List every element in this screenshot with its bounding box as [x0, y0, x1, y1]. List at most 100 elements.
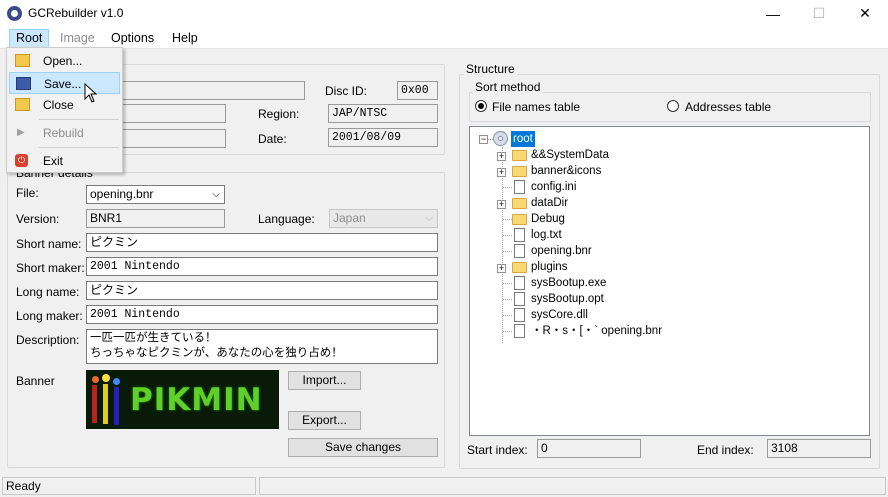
app-icon: [7, 6, 22, 21]
pikmin-yellow-body: [103, 384, 108, 424]
language-select-value: Japan: [333, 211, 366, 225]
start-index-label: Start index:: [467, 443, 528, 457]
menu-item-exit[interactable]: ⏻ Exit: [9, 150, 120, 172]
mouse-cursor-icon: [84, 83, 98, 103]
tree-node[interactable]: ・R・s・[・` opening.bnr: [531, 323, 662, 339]
menu-item-save[interactable]: Save...: [9, 72, 120, 94]
description-line-2: ちっちゃなピクミンが、あなたの心を独り占め！: [90, 347, 343, 359]
tree-node[interactable]: dataDir: [531, 195, 568, 211]
start-index-field[interactable]: 0: [537, 439, 641, 458]
tree-node[interactable]: sysCore.dll: [531, 307, 588, 323]
menu-root[interactable]: Root: [9, 29, 50, 48]
structure-group-title: Structure: [464, 62, 517, 76]
region-field[interactable]: JAP/NTSC: [328, 104, 438, 123]
tree-connector: [503, 219, 512, 220]
banner-logo-text: PIKMIN: [130, 382, 263, 418]
import-button[interactable]: Import...: [288, 371, 361, 390]
date-field[interactable]: 2001/08/09: [328, 128, 438, 147]
tree-node[interactable]: opening.bnr: [531, 243, 592, 259]
folder-icon: [512, 150, 527, 161]
pikmin-red-body: [92, 385, 97, 423]
window-title: GCRebuilder v1.0: [28, 6, 124, 20]
close-window-button[interactable]: ✕: [842, 0, 888, 27]
file-select[interactable]: opening.bnr ⌵: [86, 185, 225, 204]
description-textarea[interactable]: 一匹一匹が生きている！ ちっちゃなピクミンが、あなたの心を独り占め！: [86, 329, 438, 364]
disc-icon: [493, 131, 508, 146]
expand-toggle[interactable]: +: [497, 152, 506, 161]
file-icon: [514, 276, 525, 290]
maximize-button[interactable]: ☐: [796, 0, 842, 27]
image-field-2[interactable]: [113, 104, 226, 123]
banner-label: Banner: [16, 374, 55, 388]
menu-help[interactable]: Help: [166, 30, 204, 47]
menu-item-open-label: Open...: [43, 54, 83, 68]
sort-file-names-label[interactable]: File names table: [492, 100, 580, 114]
folder-icon: [512, 214, 527, 225]
tree-node[interactable]: &&SystemData: [531, 147, 609, 163]
menu-item-rebuild[interactable]: ▶ Rebuild: [9, 122, 120, 144]
minimize-button[interactable]: —: [750, 0, 796, 27]
file-label: File:: [16, 186, 39, 200]
sort-file-names-radio[interactable]: [475, 100, 487, 112]
expand-toggle[interactable]: +: [497, 264, 506, 273]
language-select[interactable]: Japan ⌵: [329, 209, 438, 228]
file-icon: [514, 228, 525, 242]
menu-image[interactable]: Image: [54, 30, 101, 47]
file-select-value: opening.bnr: [90, 187, 154, 201]
pikmin-yellow: [102, 374, 110, 382]
folder-icon: [512, 166, 527, 177]
menu-separator: [39, 119, 119, 120]
folder-icon: [512, 262, 527, 273]
tree-node[interactable]: log.txt: [531, 227, 562, 243]
disc-id-field[interactable]: 0x00: [397, 81, 438, 100]
file-icon: [514, 308, 525, 322]
save-changes-button[interactable]: Save changes: [288, 438, 438, 457]
menu-item-close[interactable]: Close: [9, 94, 120, 116]
file-icon: [514, 180, 525, 194]
tree-connector: [503, 283, 512, 284]
region-label: Region:: [258, 107, 300, 121]
file-tree[interactable]: − root + &&SystemData + banner&icons con…: [469, 126, 870, 436]
tree-node[interactable]: sysBootup.opt: [531, 291, 604, 307]
version-field[interactable]: BNR1: [86, 209, 225, 228]
tree-node[interactable]: plugins: [531, 259, 567, 275]
menu-item-rebuild-label: Rebuild: [43, 126, 84, 140]
description-label: Description:: [16, 333, 80, 347]
version-label: Version:: [16, 212, 60, 226]
status-text: Ready: [2, 477, 256, 495]
short-name-input[interactable]: ピクミン: [86, 233, 438, 252]
floppy-save-icon: [16, 77, 31, 90]
root-dropdown-menu: Open... Save... Close ▶ Rebuild ⏻ Exit: [6, 47, 123, 173]
menu-item-close-label: Close: [43, 98, 74, 112]
long-maker-input[interactable]: 2001 Nintendo: [86, 305, 438, 324]
tree-node[interactable]: Debug: [531, 211, 565, 227]
image-name-field[interactable]: [113, 81, 305, 100]
menu-item-save-label: Save...: [44, 77, 82, 91]
expand-toggle[interactable]: +: [497, 200, 506, 209]
tree-node[interactable]: config.ini: [531, 179, 576, 195]
image-field-3[interactable]: [113, 129, 226, 148]
expand-toggle[interactable]: +: [497, 168, 506, 177]
short-name-label: Short name:: [16, 237, 82, 251]
tree-node[interactable]: banner&icons: [531, 163, 601, 179]
folder-close-icon: [15, 98, 30, 111]
status-panel: [259, 477, 886, 495]
export-button[interactable]: Export...: [288, 411, 361, 430]
tree-node-root[interactable]: root: [511, 131, 535, 147]
long-name-input[interactable]: ピクミン: [86, 281, 438, 300]
tree-node[interactable]: sysBootup.exe: [531, 275, 606, 291]
pikmin-red: [92, 376, 99, 383]
tree-connector: [503, 235, 512, 236]
tree-connector: [503, 331, 512, 332]
end-index-field[interactable]: 3108: [767, 439, 871, 458]
sort-addresses-label[interactable]: Addresses table: [685, 100, 771, 114]
collapse-toggle[interactable]: −: [479, 135, 488, 144]
menu-item-open[interactable]: Open...: [9, 50, 120, 72]
long-name-label: Long name:: [16, 285, 80, 299]
short-maker-input[interactable]: 2001 Nintendo: [86, 257, 438, 276]
menu-options[interactable]: Options: [105, 30, 160, 47]
power-icon: ⏻: [15, 154, 28, 167]
disc-id-label: Disc ID:: [325, 84, 367, 98]
sort-addresses-radio[interactable]: [667, 100, 679, 112]
folder-open-icon: [15, 54, 30, 67]
